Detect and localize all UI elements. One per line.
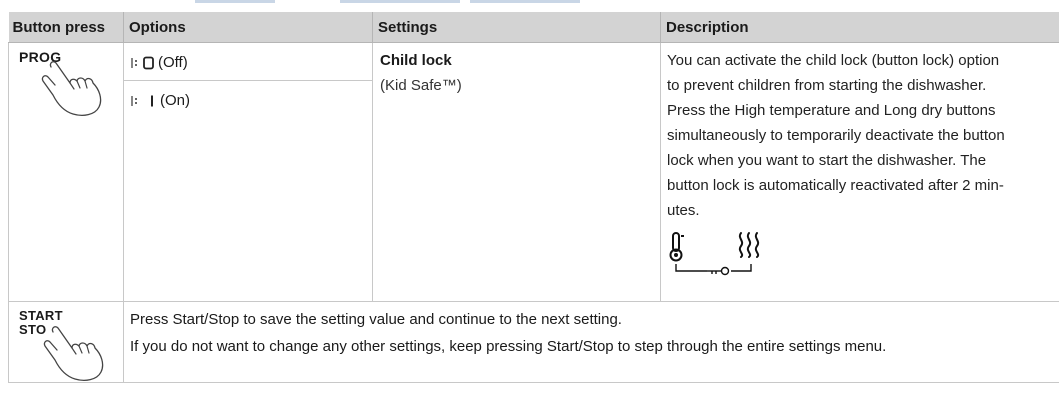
description-line: utes. — [667, 202, 700, 219]
top-strip — [0, 0, 1059, 12]
lock-combo-icon — [669, 232, 760, 276]
setting-title: Child lock — [380, 52, 452, 69]
hand-press-icon — [43, 324, 104, 381]
indicator-dots-icon — [131, 57, 137, 68]
header-settings: Settings — [372, 12, 661, 43]
button-combo-illustration — [667, 229, 1059, 289]
start-stop-line: Press Start/Stop to save the setting val… — [130, 311, 622, 328]
table-header-row: Button press Options Settings Descriptio… — [8, 12, 1059, 43]
description-cell: You can activate the child lock (button … — [660, 42, 1059, 302]
button-cell: PROG — [8, 42, 124, 302]
indicator-dots-icon — [131, 95, 137, 106]
start-stop-line: If you do not want to change any other s… — [130, 338, 887, 355]
option-on-label: (On) — [160, 92, 190, 109]
top-tab — [340, 0, 460, 3]
hand-press-icon — [41, 61, 102, 116]
table-row: START STOP Press Start/Stop to save the … — [8, 301, 1059, 383]
on-symbol-icon — [151, 95, 153, 106]
setting-subtitle: (Kid Safe™) — [380, 77, 462, 94]
description-line: lock when you want to start the dishwash… — [667, 152, 987, 169]
start-stop-description-cell: Press Start/Stop to save the setting val… — [123, 301, 1059, 383]
start-button-label: START — [19, 308, 63, 323]
button-cell: START STOP — [8, 301, 124, 383]
option-off: (Off) — [124, 43, 372, 81]
description-line: simultaneously to temporarily deactivate… — [667, 127, 1005, 144]
settings-cell: Child lock (Kid Safe™) — [372, 42, 661, 302]
off-symbol-icon — [143, 56, 154, 69]
header-button-press: Button press — [8, 12, 124, 43]
header-description: Description — [660, 12, 1059, 43]
option-off-label: (Off) — [158, 54, 188, 71]
table-row: PROG (Off) (On) Child lock (Kid Safe™) Y… — [8, 42, 1059, 302]
top-tab — [195, 0, 275, 3]
description-line: Press the High temperature and Long dry … — [667, 102, 996, 119]
option-on: (On) — [124, 81, 372, 118]
description-line: to prevent children from starting the di… — [667, 77, 987, 94]
header-options: Options — [123, 12, 373, 43]
settings-table: Button press Options Settings Descriptio… — [8, 12, 1059, 383]
long-dry-icon — [738, 232, 760, 258]
description-line: button lock is automatically reactivated… — [667, 177, 1004, 194]
description-line: You can activate the child lock (button … — [667, 52, 1000, 69]
key-lock-icon — [675, 264, 752, 276]
top-tab — [470, 0, 580, 3]
options-cell: (Off) (On) — [123, 42, 373, 302]
high-temperature-icon — [669, 232, 684, 262]
